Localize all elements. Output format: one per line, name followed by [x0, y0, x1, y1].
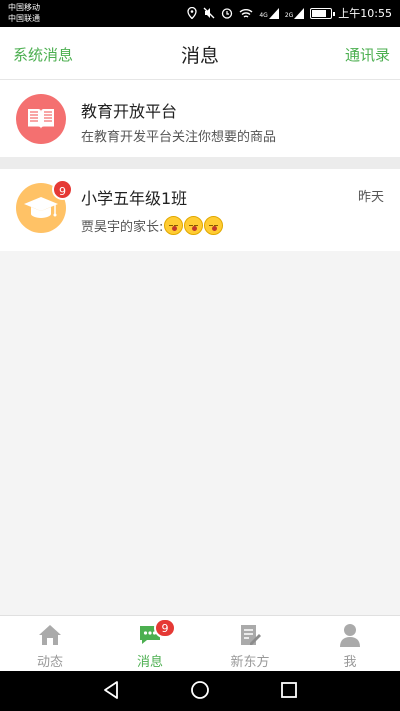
- avatar: [16, 94, 66, 144]
- battery-fill: [312, 9, 327, 17]
- recent-apps-icon[interactable]: [280, 680, 298, 700]
- message-preview: 贾昊宇的家长:: [81, 216, 224, 235]
- clock: 上午10:55: [338, 7, 392, 20]
- status-icons: 4G 2G 上午10:55: [187, 5, 392, 21]
- book-icon: [28, 109, 54, 129]
- tab-dynamics[interactable]: 动态: [0, 616, 100, 671]
- kiss-emoji-icon: [204, 216, 224, 235]
- page-title: 消息: [180, 45, 219, 67]
- message-title: 小学五年级1班: [81, 189, 188, 208]
- back-icon[interactable]: [102, 680, 120, 700]
- message-title: 教育开放平台: [81, 102, 178, 121]
- battery-icon: [310, 7, 336, 19]
- carrier-1: 中国移动: [8, 3, 40, 12]
- wifi-icon: [239, 8, 253, 18]
- network-2g: 2G: [284, 7, 305, 19]
- tab-me[interactable]: 我: [300, 616, 400, 671]
- system-nav-bar: [0, 671, 400, 711]
- bottom-tab-bar: 动态 9 消息 新东方 我: [0, 615, 400, 671]
- tab-label: 新东方: [230, 655, 270, 670]
- message-preview: 在教育开发平台关注你想要的商品: [81, 130, 277, 145]
- signal-icon: [294, 7, 305, 19]
- unread-badge: 9: [52, 179, 73, 200]
- tab-label: 动态: [36, 655, 63, 670]
- message-preview-text: 贾昊宇的家长:: [81, 220, 164, 235]
- network-2g-label: 2G: [284, 11, 294, 19]
- tab-new-oriental[interactable]: 新东方: [200, 616, 300, 671]
- alarm-icon: [222, 8, 233, 19]
- tab-label: 消息: [136, 655, 163, 670]
- contacts-button[interactable]: 通讯录: [345, 44, 390, 65]
- carrier-info: 中国移动 中国联通: [8, 2, 40, 24]
- header: 系统消息 消息 通讯录: [0, 27, 400, 80]
- mute-icon: [203, 7, 215, 19]
- message-time: 昨天: [357, 190, 384, 205]
- list-item[interactable]: 教育开放平台 在教育开发平台关注你想要的商品: [0, 80, 400, 157]
- user-icon: [340, 624, 360, 647]
- home-button-icon[interactable]: [190, 680, 210, 700]
- network-4g-label: 4G: [259, 11, 268, 19]
- edit-document-icon: [241, 625, 261, 645]
- tab-badge: 9: [154, 618, 176, 638]
- network-4g: 4G: [259, 7, 279, 19]
- kiss-emoji-icon: [184, 216, 204, 235]
- tab-label: 我: [343, 655, 357, 670]
- divider: [0, 157, 400, 169]
- home-icon: [39, 625, 61, 645]
- location-icon: [187, 7, 198, 19]
- carrier-2: 中国联通: [8, 14, 40, 23]
- list-item[interactable]: 9 小学五年级1班 昨天 贾昊宇的家长:: [0, 169, 400, 251]
- tab-messages[interactable]: 9 消息: [100, 616, 200, 671]
- status-bar: 中国移动 中国联通 4G 2G 上午10:55: [0, 0, 400, 27]
- kiss-emoji-icon: [164, 216, 184, 235]
- signal-icon: [268, 7, 279, 19]
